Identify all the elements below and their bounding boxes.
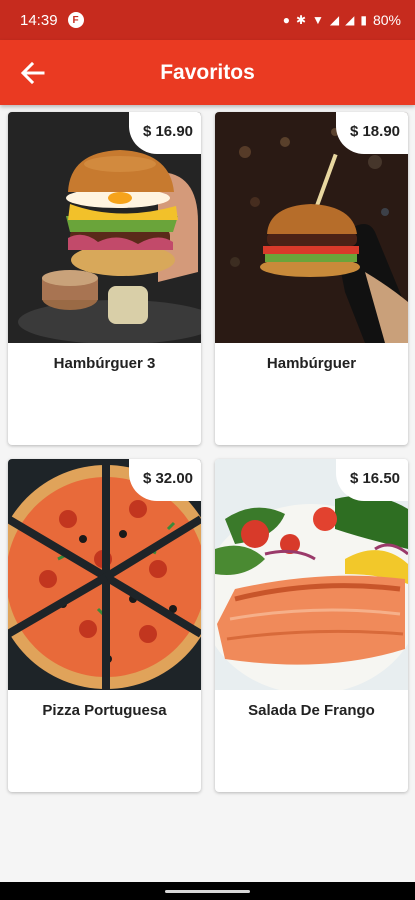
product-name: Salada De Frango (248, 702, 375, 719)
favorite-card[interactable]: $ 18.90 Hambúrguer (215, 112, 408, 445)
battery-icon: ▮ (360, 13, 367, 27)
status-bar: 14:39 F ● ✱ ▼ ◢ ◢ ▮ 80% (0, 0, 415, 40)
price-badge: $ 16.90 (128, 112, 201, 154)
wifi-icon: ▼ (312, 13, 324, 27)
status-time: 14:39 (20, 11, 58, 29)
favorite-card[interactable]: $ 32.00 Pizza Portuguesa (8, 459, 201, 792)
favorites-grid: $ 16.90 Hambúrguer 3 $ 18.90 Hambúrguer … (8, 112, 408, 792)
app-bar: Favoritos (0, 40, 415, 105)
page-title: Favoritos (160, 60, 255, 84)
status-left: 14:39 F (20, 12, 84, 29)
product-name: Hambúrguer (266, 355, 357, 372)
price-badge: $ 18.90 (335, 112, 408, 154)
favorite-card[interactable]: $ 16.50 Salada De Frango (215, 459, 408, 792)
product-name: Hambúrguer 3 (53, 355, 156, 372)
notification-app-icon: F (67, 12, 84, 28)
battery-level: 80% (372, 12, 401, 28)
bluetooth-icon: ✱ (295, 13, 306, 27)
notification-dot-icon: ● (282, 13, 290, 27)
status-right: ● ✱ ▼ ◢ ◢ ▮ 80% (283, 12, 401, 28)
price-badge: $ 32.00 (128, 459, 201, 501)
home-gesture-handle[interactable] (165, 890, 250, 893)
burger-gloved-hand-photo: $ 18.90 (215, 112, 408, 343)
pizza-photo: $ 32.00 (8, 459, 201, 690)
system-nav-bar (0, 882, 415, 900)
favorite-card[interactable]: $ 16.90 Hambúrguer 3 (8, 112, 201, 445)
burger-egg-photo: $ 16.90 (8, 112, 201, 343)
price-badge: $ 16.50 (335, 459, 408, 501)
signal-2-icon: ◢ (345, 13, 355, 27)
product-name: Pizza Portuguesa (42, 702, 167, 719)
arrow-left-icon (20, 61, 45, 85)
signal-icon: ◢ (329, 13, 340, 27)
salmon-salad-photo: $ 16.50 (215, 459, 408, 690)
back-button[interactable] (18, 58, 48, 88)
